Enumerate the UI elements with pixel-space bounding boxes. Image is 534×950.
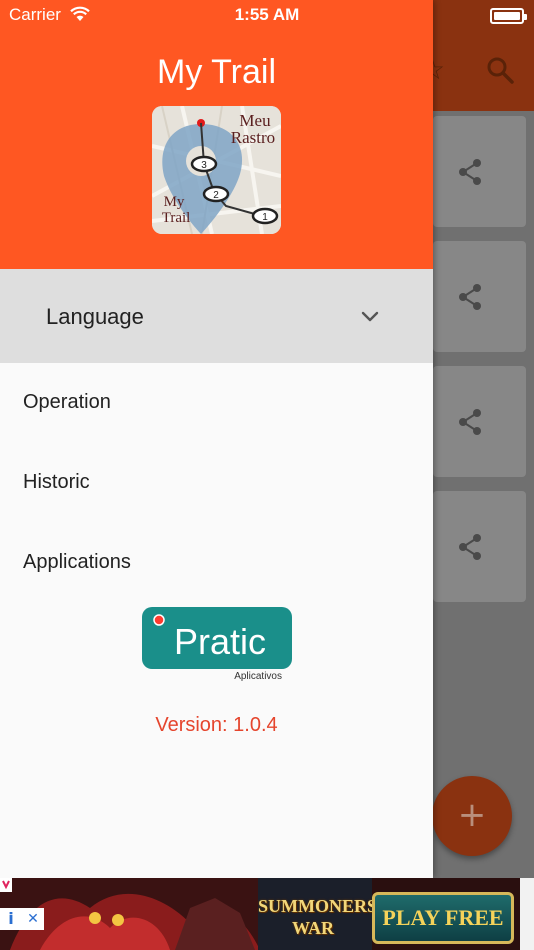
version-label: Version: 1.0.4 [155,714,278,736]
menu-item-label: Applications [23,551,131,573]
pratic-logo[interactable]: Pratic Aplicativos [142,607,292,681]
pratic-logo-text: Pratic [174,621,266,662]
logo-text-my: My [164,194,185,210]
menu-item-applications[interactable]: Applications [0,523,433,603]
trail-card[interactable] [433,241,526,352]
share-icon[interactable] [455,157,485,187]
svg-text:2: 2 [213,190,219,201]
share-icon[interactable] [455,407,485,437]
ad-game-title: SUMMONERS WAR [258,896,378,938]
play-free-button[interactable]: PLAY FREE [372,892,514,944]
pratic-tagline: Aplicativos [234,671,282,681]
app-logo: 3 2 1 Meu Rastro My Trail [152,106,281,234]
navigation-drawer: My Trail 3 2 1 Meu Rastro My Trail Langu… [0,0,433,878]
menu-item-label: Historic [23,471,90,493]
clock: 1:55 AM [234,5,300,24]
logo-text-rastro: Rastro [231,128,275,147]
menu-item-label: Operation [23,391,111,413]
status-bar: Carrier 1:55 AM [0,0,534,30]
close-icon[interactable]: ✕ [22,908,44,930]
ad-banner[interactable]: i ✕ SUMMONERS WAR PLAY FREE [0,878,534,950]
trail-card[interactable] [433,491,526,602]
trail-card[interactable] [433,366,526,477]
search-icon[interactable] [484,54,516,86]
share-icon[interactable] [455,532,485,562]
menu-item-operation[interactable]: Operation [0,363,433,443]
chevron-down-icon[interactable] [358,305,382,329]
menu-item-historic[interactable]: Historic [0,443,433,523]
screen: ☆ [0,0,534,950]
adchoices-icon[interactable]: i [0,908,22,930]
logo-text-trail: Trail [162,210,191,226]
svg-text:3: 3 [201,160,207,171]
plus-icon: + [457,795,487,835]
add-trail-button[interactable]: + [432,776,512,856]
share-icon[interactable] [455,282,485,312]
trail-card[interactable] [433,116,526,227]
battery-icon [490,8,527,24]
svg-text:1: 1 [262,212,268,223]
app-title: My Trail [157,53,276,91]
language-label: Language [46,304,144,329]
drawer-header: My Trail 3 2 1 Meu Rastro My Trail [0,0,433,269]
